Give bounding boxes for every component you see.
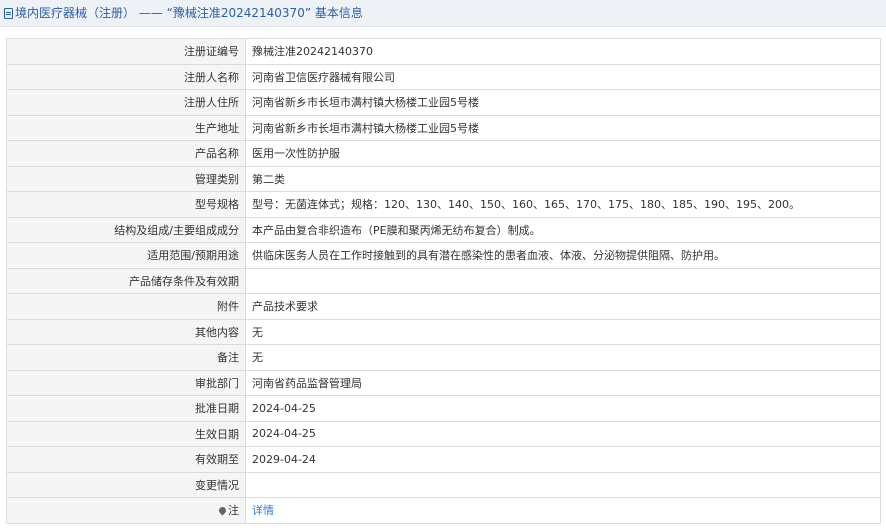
page-title-bar: 境内医疗器械（注册） —— “豫械注准20242140370” 基本信息 — [0, 0, 886, 27]
row-value-approval-dept: 河南省药品监督管理局 — [245, 369, 881, 396]
row-label-other: 其他内容 — [6, 318, 246, 345]
row-value-expiry-date: 2029-04-24 — [245, 446, 881, 473]
row-value-model-spec: 型号：无菌连体式；规格：120、130、140、150、160、165、170、… — [245, 191, 881, 218]
row-label-effective-date: 生效日期 — [6, 420, 246, 447]
row-label-production-address: 生产地址 — [6, 114, 246, 141]
row-value-registrant-name: 河南省卫信医疗器械有限公司 — [245, 63, 881, 90]
table-row: 附件 产品技术要求 — [6, 293, 881, 320]
table-row: 批准日期 2024-04-25 — [6, 395, 881, 422]
row-value-management-class: 第二类 — [245, 165, 881, 192]
row-label-approval-date: 批准日期 — [6, 395, 246, 422]
row-value-registrant-address: 河南省新乡市长垣市满村镇大杨楼工业园5号楼 — [245, 89, 881, 116]
table-row: 注册证编号 豫械注准20242140370 — [6, 38, 881, 65]
table-row: 注 详情 — [6, 497, 881, 524]
row-value-remarks: 无 — [245, 344, 881, 371]
row-label-model-spec: 型号规格 — [6, 191, 246, 218]
row-value-intended-use: 供临床医务人员在工作时接触到的具有潜在感染性的患者血液、体液、分泌物提供阻隔、防… — [245, 242, 881, 269]
row-label-storage: 产品储存条件及有效期 — [6, 267, 246, 294]
info-table: 注册证编号 豫械注准20242140370 注册人名称 河南省卫信医疗器械有限公司 … — [6, 38, 881, 524]
table-row: 其他内容无 — [6, 318, 881, 345]
table-row: 注册人住所 河南省新乡市长垣市满村镇大杨楼工业园5号楼 — [6, 89, 881, 116]
row-label-intended-use: 适用范围/预期用途 — [6, 242, 246, 269]
row-label-structure: 结构及组成/主要组成成分 — [6, 216, 246, 243]
table-row: 型号规格 型号：无菌连体式；规格：120、130、140、150、160、165、… — [6, 191, 881, 218]
table-row: 注册人名称 河南省卫信医疗器械有限公司 — [6, 63, 881, 90]
row-label-expiry-date: 有效期至 — [6, 446, 246, 473]
row-label-product-name: 产品名称 — [6, 140, 246, 167]
row-label-registrant-address: 注册人住所 — [6, 89, 246, 116]
pin-icon — [217, 505, 228, 516]
page-title: 境内医疗器械（注册） —— “豫械注准20242140370” 基本信息 — [15, 6, 363, 20]
table-row: 产品名称 医用一次性防护服 — [6, 140, 881, 167]
table-row: 管理类别 第二类 — [6, 165, 881, 192]
row-value-effective-date: 2024-04-25 — [245, 420, 881, 447]
row-label-note: 注 — [6, 497, 246, 524]
table-row: 适用范围/预期用途 供临床医务人员在工作时接触到的具有潜在感染性的患者血液、体液、… — [6, 242, 881, 269]
table-row: 生效日期 2024-04-25 — [6, 420, 881, 447]
row-value-other: 无 — [245, 318, 881, 345]
row-label-remarks: 备注 — [6, 344, 246, 371]
document-icon — [4, 8, 13, 19]
row-value-registration-number: 豫械注准20242140370 — [245, 38, 881, 65]
table-row: 备注无 — [6, 344, 881, 371]
row-value-structure: 本产品由复合非织造布（PE膜和聚丙烯无纺布复合）制成。 — [245, 216, 881, 243]
row-value-approval-date: 2024-04-25 — [245, 395, 881, 422]
row-label-registration-number: 注册证编号 — [6, 38, 246, 65]
row-label-registrant-name: 注册人名称 — [6, 63, 246, 90]
row-value-changes — [245, 471, 881, 498]
row-label-management-class: 管理类别 — [6, 165, 246, 192]
table-row: 审批部门 河南省药品监督管理局 — [6, 369, 881, 396]
row-label-changes: 变更情况 — [6, 471, 246, 498]
row-label-attachment: 附件 — [6, 293, 246, 320]
row-value-note: 详情 — [245, 497, 881, 524]
table-row: 结构及组成/主要组成成分 本产品由复合非织造布（PE膜和聚丙烯无纺布复合）制成。 — [6, 216, 881, 243]
row-value-attachment: 产品技术要求 — [245, 293, 881, 320]
details-link[interactable]: 详情 — [252, 504, 274, 517]
table-row: 变更情况 — [6, 471, 881, 498]
row-value-production-address: 河南省新乡市长垣市满村镇大杨楼工业园5号楼 — [245, 114, 881, 141]
table-row: 生产地址 河南省新乡市长垣市满村镇大杨楼工业园5号楼 — [6, 114, 881, 141]
table-row: 有效期至 2029-04-24 — [6, 446, 881, 473]
row-label-approval-dept: 审批部门 — [6, 369, 246, 396]
note-label: 注 — [228, 504, 239, 518]
row-value-product-name: 医用一次性防护服 — [245, 140, 881, 167]
row-value-storage — [245, 267, 881, 294]
table-row: 产品储存条件及有效期 — [6, 267, 881, 294]
